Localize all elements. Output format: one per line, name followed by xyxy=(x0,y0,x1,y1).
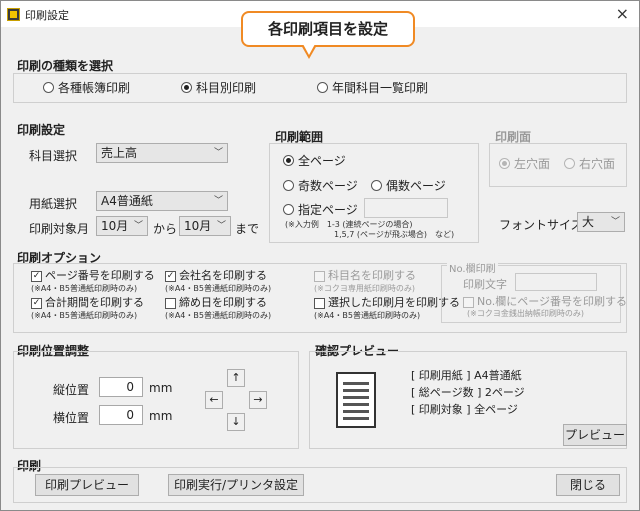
horizontal-input[interactable]: 0 xyxy=(99,405,143,425)
from-month-value: 10月 xyxy=(101,219,129,233)
document-icon-line xyxy=(343,382,369,385)
option-note-page-number: (※A4・B5普通紙印刷時のみ) xyxy=(31,284,138,293)
document-icon-line xyxy=(343,396,369,399)
paper-select-value: A4普通紙 xyxy=(101,194,153,208)
paper-label: 用紙選択 xyxy=(29,197,78,211)
radio-side-right[interactable] xyxy=(564,158,575,169)
print-preview-button[interactable]: 印刷プレビュー xyxy=(35,474,139,496)
no-print-title: No.欄印刷 xyxy=(447,260,498,275)
option-note-total-period: (※A4・B5普通紙印刷時のみ) xyxy=(31,311,138,320)
document-icon-line xyxy=(343,417,369,420)
side-left-label: 左穴面 xyxy=(514,157,551,171)
option-note-company-name: (※A4・B5普通紙印刷時のみ) xyxy=(165,284,272,293)
close-button[interactable]: 閉じる xyxy=(556,474,620,496)
callout-tail-inner xyxy=(303,44,315,55)
range-even-label: 偶数ページ xyxy=(386,179,446,193)
radio-side-left[interactable] xyxy=(499,158,510,169)
vertical-unit: mm xyxy=(149,381,173,395)
checkbox-no-page[interactable] xyxy=(463,297,474,308)
from-month-select[interactable]: 10月 ﹀ xyxy=(96,216,148,236)
document-icon xyxy=(336,372,376,428)
font-size-select[interactable]: 大 ﹀ xyxy=(577,212,625,232)
preview-target-info: [ 印刷対象 ] 全ページ xyxy=(411,403,518,416)
preview-pages-info: [ 総ページ数 ] 2ページ xyxy=(411,386,525,399)
checkbox-account-name[interactable] xyxy=(314,271,325,282)
custom-page-input[interactable] xyxy=(364,198,448,218)
chevron-down-icon: ﹀ xyxy=(133,221,143,231)
print-settings-title: 印刷設定 xyxy=(17,123,66,137)
radio-print-type-2[interactable] xyxy=(317,82,328,93)
radio-range-odd[interactable] xyxy=(283,180,294,191)
account-select-value: 売上高 xyxy=(101,146,138,160)
option-note-account-name: (※コクヨ専用紙印刷時のみ) xyxy=(314,284,415,293)
preview-button[interactable]: プレビュー xyxy=(563,424,627,446)
checkbox-selected-month[interactable] xyxy=(314,298,325,309)
account-select[interactable]: 売上高 ﹀ xyxy=(96,143,228,163)
option-note-selected-month: (※A4・B5普通紙印刷時のみ) xyxy=(314,311,421,320)
option-label-total-period: 合計期間を印刷する xyxy=(45,296,144,309)
preview-paper-info: [ 印刷用紙 ] A4普通紙 xyxy=(411,369,522,382)
document-icon-line xyxy=(343,403,369,406)
checkbox-company-name[interactable]: ✓ xyxy=(165,271,176,282)
radio-print-type-1[interactable] xyxy=(181,82,192,93)
account-label: 科目選択 xyxy=(29,149,78,163)
window-title: 印刷設定 xyxy=(25,9,69,22)
print-type-label-2: 年間科目一覧印刷 xyxy=(332,81,429,95)
to-month-select[interactable]: 10月 ﹀ xyxy=(179,216,231,236)
horizontal-label: 横位置 xyxy=(53,411,90,425)
print-execute-button[interactable]: 印刷実行/プリンタ設定 xyxy=(168,474,304,496)
to-label: まで xyxy=(235,222,260,236)
arrow-down-button[interactable]: ↓ xyxy=(227,413,245,431)
checkbox-closing-date[interactable] xyxy=(165,298,176,309)
radio-range-even[interactable] xyxy=(371,180,382,191)
to-month-value: 10月 xyxy=(184,219,212,233)
chevron-down-icon: ﹀ xyxy=(213,148,223,158)
arrow-left-button[interactable]: ← xyxy=(205,391,223,409)
font-size-value: 大 xyxy=(582,215,595,229)
no-print-text-input[interactable] xyxy=(515,273,597,291)
print-type-title: 印刷の種類を選択 xyxy=(17,59,114,73)
option-label-page-number: ページ番号を印刷する xyxy=(45,269,155,282)
print-type-label-1: 科目別印刷 xyxy=(196,81,257,95)
no-print-check-label: No.欄にページ番号を印刷する xyxy=(477,295,628,308)
document-icon-line xyxy=(343,389,369,392)
chevron-down-icon: ﹀ xyxy=(610,217,620,227)
range-custom-label: 指定ページ xyxy=(298,203,358,217)
checkbox-page-number[interactable]: ✓ xyxy=(31,271,42,282)
no-print-text-label: 印刷文字 xyxy=(463,278,507,291)
vertical-label: 縦位置 xyxy=(53,383,90,397)
month-label: 印刷対象月 xyxy=(29,222,90,236)
callout-balloon: 各印刷項目を設定 xyxy=(241,11,415,47)
option-label-closing-date: 締め日を印刷する xyxy=(179,296,267,309)
checkbox-total-period[interactable]: ✓ xyxy=(31,298,42,309)
vertical-input[interactable]: 0 xyxy=(99,377,143,397)
paper-select[interactable]: A4普通紙 ﹀ xyxy=(96,191,228,211)
print-type-label-0: 各種帳簿印刷 xyxy=(58,81,131,95)
arrow-right-button[interactable]: → xyxy=(249,391,267,409)
radio-range-custom[interactable] xyxy=(283,204,294,215)
from-label: から xyxy=(153,222,178,236)
side-right-label: 右穴面 xyxy=(579,157,616,171)
no-print-check-note: (※コクヨ金銭出納帳印刷時のみ) xyxy=(467,309,584,318)
radio-print-type-0[interactable] xyxy=(43,82,54,93)
option-label-account-name: 科目名を印刷する xyxy=(328,269,416,282)
range-all-label: 全ページ xyxy=(298,154,346,168)
close-window-button[interactable]: × xyxy=(616,4,629,23)
range-note-2: 1,5,7 (ページが飛ぶ場合) など) xyxy=(334,230,455,239)
chevron-down-icon: ﹀ xyxy=(213,196,223,206)
option-label-company-name: 会社名を印刷する xyxy=(179,269,267,282)
document-icon-line xyxy=(343,410,369,413)
app-icon xyxy=(7,8,20,21)
radio-range-all[interactable] xyxy=(283,155,294,166)
range-odd-label: 奇数ページ xyxy=(298,179,358,193)
font-size-label: フォントサイズ xyxy=(499,218,583,232)
horizontal-unit: mm xyxy=(149,409,173,423)
option-note-closing-date: (※A4・B5普通紙印刷時のみ) xyxy=(165,311,272,320)
arrow-up-button[interactable]: ↑ xyxy=(227,369,245,387)
print-settings-window: 印刷設定 × 各印刷項目を設定 印刷の種類を選択 各種帳簿印刷 科目別印刷 年間… xyxy=(0,0,640,511)
chevron-down-icon: ﹀ xyxy=(216,221,226,231)
